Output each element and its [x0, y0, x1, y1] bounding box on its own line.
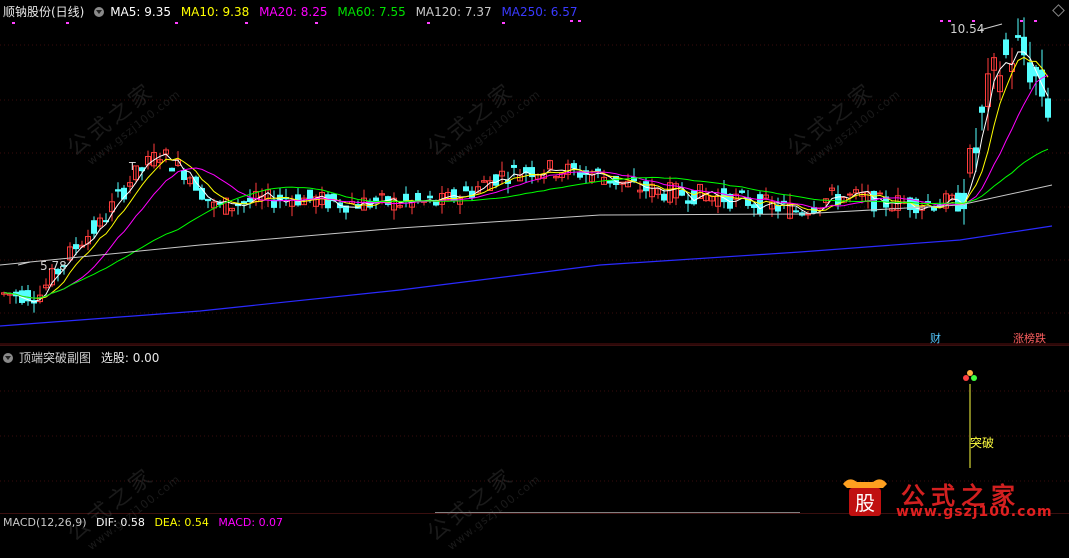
- candlestick-panel[interactable]: 顺钠股份(日线) MA5: 9.35 MA10: 9.38 MA20: 8.25…: [0, 0, 1069, 345]
- candles: [1, 17, 1051, 313]
- dif-value: DIF: 0.58: [96, 516, 145, 529]
- high-price-label: 10.54: [950, 22, 985, 36]
- dea-value: DEA: 0.54: [154, 516, 209, 529]
- candlestick-chart[interactable]: [0, 0, 1069, 345]
- t-marker: T: [129, 160, 136, 173]
- ma10-label: MA10: 9.38: [180, 5, 250, 19]
- macd-title: MACD(12,26,9): [3, 516, 87, 529]
- cai-tag[interactable]: 财: [930, 330, 941, 346]
- macd-value: MACD: 0.07: [218, 516, 284, 529]
- ma250-label: MA250: 6.57: [501, 5, 578, 19]
- ma5-label: MA5: 9.35: [110, 5, 171, 19]
- sub-title: 顶端突破副图: [19, 351, 92, 365]
- macd-legend: MACD(12,26,9) DIF: 0.58 DEA: 0.54 MACD: …: [3, 516, 289, 529]
- low-price-label: 5.78: [40, 259, 67, 273]
- logo-url: www.gszj100.com: [896, 504, 1053, 520]
- breakout-signal-label: 突破: [970, 436, 995, 450]
- sub-value: 选股: 0.00: [100, 351, 160, 365]
- sub-toggle-icon[interactable]: [3, 353, 13, 363]
- ma20-label: MA20: 8.25: [259, 5, 328, 19]
- svg-text:股: 股: [855, 491, 875, 515]
- ma60-label: MA60: 7.55: [337, 5, 406, 19]
- main-legend: 顺钠股份(日线) MA5: 9.35 MA10: 9.38 MA20: 8.25…: [3, 3, 583, 20]
- sub-legend: 顶端突破副图 选股: 0.00: [3, 349, 165, 366]
- ma120-label: MA120: 7.37: [415, 5, 492, 19]
- seal-icon: 股: [843, 479, 887, 516]
- site-logo: 股 公式之家 www.gszj100.com: [821, 474, 1061, 524]
- stock-name: 顺钠股份(日线): [3, 5, 85, 19]
- zhangbang-tag[interactable]: 涨榜跌: [1013, 330, 1046, 346]
- legend-toggle-icon[interactable]: [94, 7, 105, 17]
